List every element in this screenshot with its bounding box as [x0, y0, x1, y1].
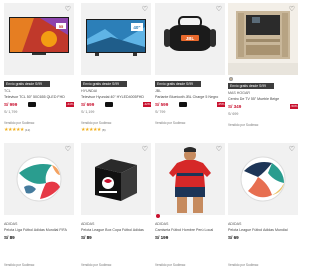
- product-image[interactable]: JBL ♡: [155, 3, 225, 75]
- payment-card-icon: [28, 102, 36, 107]
- product-card[interactable]: 40" ♡ Envío gratis desde S/99 HYUNDAI Te…: [81, 3, 151, 135]
- discount-badge: -50%: [290, 104, 298, 109]
- product-old-price: S/ 799: [155, 110, 166, 114]
- seller-label: Vendido por Sodimac: [4, 263, 35, 267]
- product-price: S/ 89: [4, 235, 15, 240]
- rating-count: (8): [101, 128, 106, 132]
- payment-card-icon: [105, 102, 113, 107]
- free-shipping-tag: Envío gratis desde S/99: [4, 81, 50, 87]
- svg-text:JBL: JBL: [186, 36, 195, 41]
- product-grid: 55 ♡ Envío gratis desde S/99 TCL Televis…: [0, 0, 302, 270]
- jersey-image: [155, 143, 225, 215]
- product-brand: TCL: [4, 89, 11, 93]
- product-brand: MAS HOGAR: [228, 91, 250, 95]
- star-icon: ★★★★★: [4, 127, 24, 133]
- product-image[interactable]: 40" ♡: [81, 3, 151, 75]
- discount-badge: -42%: [143, 102, 151, 107]
- wishlist-heart-icon[interactable]: ♡: [216, 6, 222, 13]
- tv-image: 40": [81, 3, 151, 75]
- color-swatch[interactable]: [156, 214, 160, 218]
- product-old-price: S/ 1,199: [81, 110, 95, 114]
- product-title[interactable]: Centro De TV 55" Mueble Beige: [228, 97, 298, 101]
- product-title[interactable]: Televisor TCL 50" 50C655 QLED FHD: [4, 95, 74, 99]
- seller-label: Vendido por Sodimac: [228, 263, 259, 267]
- product-title[interactable]: Televisor Hyundai 40" HYLED4005FHD: [81, 95, 151, 99]
- product-price: S/ 349: [228, 104, 242, 109]
- color-swatch[interactable]: [229, 77, 233, 81]
- product-brand: ADIDAS: [228, 222, 242, 226]
- product-image[interactable]: 55 ♡: [4, 3, 74, 75]
- product-old-price: S/ 1,799: [4, 110, 18, 114]
- wishlist-heart-icon[interactable]: ♡: [142, 146, 148, 153]
- wishlist-heart-icon[interactable]: ♡: [216, 146, 222, 153]
- free-shipping-tag: Envío gratis desde S/99: [155, 81, 201, 87]
- wishlist-heart-icon[interactable]: ♡: [65, 146, 71, 153]
- seller-label: Vendido por Sodimac: [155, 263, 186, 267]
- svg-text:55: 55: [59, 24, 64, 29]
- star-icon: ★★★★★: [81, 127, 101, 133]
- seller-label: Vendido por Sodimac: [81, 263, 112, 267]
- wishlist-heart-icon[interactable]: ♡: [289, 146, 295, 153]
- soccer-ball-image: [228, 143, 298, 215]
- product-brand: JBL: [155, 89, 162, 93]
- product-image[interactable]: ♡: [228, 3, 298, 75]
- product-card[interactable]: ♡ ADIDAS Pelota League Box Copa Fútbol A…: [81, 143, 151, 267]
- soccer-ball-image: [4, 143, 74, 215]
- product-title[interactable]: Pelota Liga Fútbol Adidas Mundial FIFA: [4, 228, 74, 232]
- product-price: S/ 89: [81, 235, 92, 240]
- product-card[interactable]: ♡ ADIDAS Pelota League Fútbol Adidas Mun…: [228, 143, 298, 267]
- rating-stars: ★★★★★(8): [81, 127, 106, 133]
- product-price: S/ 69: [228, 235, 239, 240]
- product-title[interactable]: Parlante Bluetooth JBL Charge 5 Negro: [155, 95, 225, 99]
- product-image[interactable]: ♡: [81, 143, 151, 215]
- wishlist-heart-icon[interactable]: ♡: [142, 6, 148, 13]
- payment-card-icon: [179, 102, 187, 107]
- seller-label: Vendido por Sodimac: [4, 121, 35, 125]
- product-brand: ADIDAS: [4, 222, 18, 226]
- discount-badge: -25%: [217, 102, 225, 107]
- product-price: S/ 599: [155, 102, 169, 107]
- tv-image: 55: [4, 3, 74, 75]
- free-shipping-tag: Envío gratis desde S/99: [228, 83, 274, 89]
- speaker-image: JBL: [155, 3, 225, 75]
- product-image[interactable]: ♡: [4, 143, 74, 215]
- rating-stars: ★★★★★(12): [4, 127, 30, 133]
- product-title[interactable]: Camiseta Fútbol Hombre Perú Local: [155, 228, 225, 232]
- ball-box-image: [81, 143, 151, 215]
- product-image[interactable]: ♡: [155, 143, 225, 215]
- product-card[interactable]: JBL ♡ Envío gratis desde S/99 JBL Parlan…: [155, 3, 225, 135]
- seller-label: Vendido por Sodimac: [155, 121, 186, 125]
- rating-count: (12): [24, 128, 31, 132]
- product-brand: ADIDAS: [81, 222, 95, 226]
- wishlist-heart-icon[interactable]: ♡: [289, 6, 295, 13]
- product-brand: ADIDAS: [155, 222, 169, 226]
- product-old-price: S/ 699: [228, 112, 239, 116]
- svg-text:40": 40": [133, 25, 140, 30]
- free-shipping-tag: Envío gratis desde S/99: [81, 81, 127, 87]
- discount-badge: -44%: [66, 102, 74, 107]
- product-card[interactable]: 55 ♡ Envío gratis desde S/99 TCL Televis…: [4, 3, 74, 135]
- product-price: S/ 999: [4, 102, 18, 107]
- product-brand: HYUNDAI: [81, 89, 98, 93]
- product-title[interactable]: Pelota League Fútbol Adidas Mundial: [228, 228, 298, 232]
- wishlist-heart-icon[interactable]: ♡: [65, 6, 71, 13]
- product-price: S/ 199: [155, 235, 169, 240]
- product-price: S/ 699: [81, 102, 95, 107]
- product-title[interactable]: Pelota League Box Copa Fútbol Adidas: [81, 228, 151, 232]
- product-card[interactable]: ♡ ADIDAS Camiseta Fútbol Hombre Perú Loc…: [155, 143, 225, 267]
- product-card[interactable]: ♡ Envío gratis desde S/99 MAS HOGAR Cent…: [228, 3, 298, 135]
- product-image[interactable]: ♡: [228, 143, 298, 215]
- product-card[interactable]: ♡ ADIDAS Pelota Liga Fútbol Adidas Mundi…: [4, 143, 74, 267]
- tv-stand-image: [228, 3, 298, 75]
- seller-label: Vendido por Sodimac: [81, 121, 112, 125]
- seller-label: Vendido por Sodimac: [228, 123, 259, 127]
